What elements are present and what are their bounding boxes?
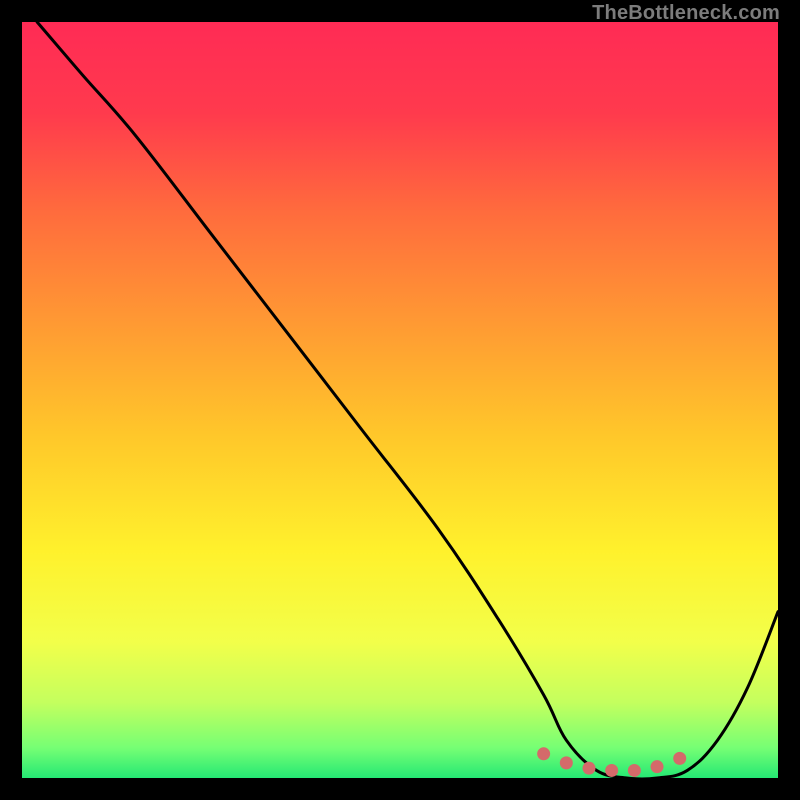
optimal-range-dot [605, 764, 618, 777]
optimal-range-dot [628, 764, 641, 777]
optimal-range-dot [651, 760, 664, 773]
optimal-range-dot [583, 762, 596, 775]
chart-stage: TheBottleneck.com [0, 0, 800, 800]
optimal-range-dot [537, 747, 550, 760]
watermark-text: TheBottleneck.com [592, 2, 780, 25]
plot-area [22, 22, 778, 778]
optimal-range-dot [560, 756, 573, 769]
optimal-range-dot [673, 752, 686, 765]
plot-svg [22, 22, 778, 778]
